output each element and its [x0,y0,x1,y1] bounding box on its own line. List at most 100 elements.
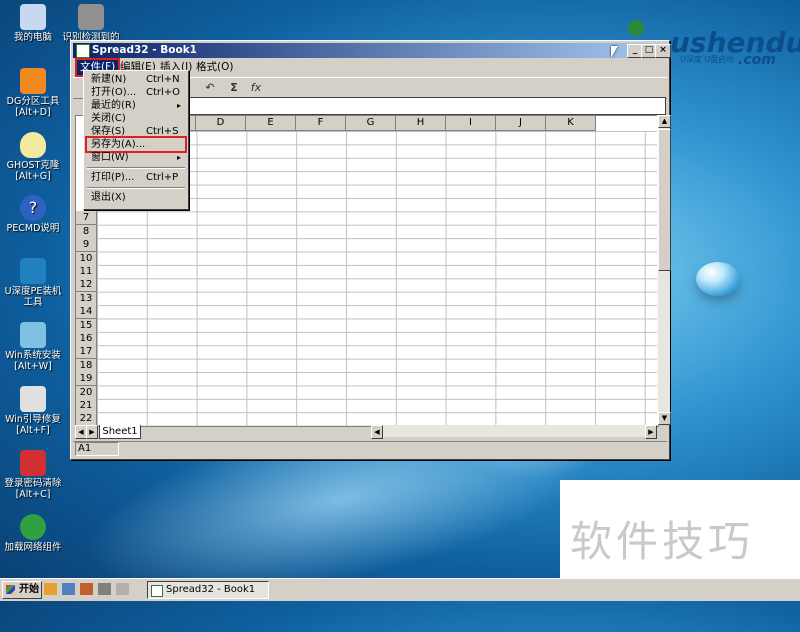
logo-suffix: .com [738,52,776,68]
column-header[interactable]: E [246,116,296,131]
menu-item-label: 最近的(R) [91,100,136,111]
row-header[interactable]: 16 [76,332,97,346]
column-header[interactable]: J [496,116,546,131]
desktop-icon-label: GHOST克隆 [Alt+G] [6,160,60,182]
row-header[interactable]: 19 [76,372,97,386]
desktop-icon-my-computer[interactable]: 我的电脑 [0,4,66,43]
vertical-scrollbar[interactable]: ▲ ▼ [657,115,671,425]
horizontal-scrollbar[interactable]: ◀ ▶ [371,425,657,439]
desktop-icon-label: Win系统安装 [Alt+W] [5,350,61,372]
submenu-arrow-icon: ▸ [176,101,181,110]
row-header[interactable]: 11 [76,265,97,279]
desktop-icon-disk-tool[interactable]: 识别检测到的 [58,4,124,43]
column-header[interactable]: H [396,116,446,131]
column-header[interactable]: I [446,116,496,131]
computer-icon [20,4,46,30]
row-header[interactable]: 13 [76,292,97,306]
window-title: Spread32 - Book1 [92,44,197,56]
menu-item-recent[interactable]: 最近的(R) ▸ [87,99,185,112]
row-header[interactable]: 15 [76,319,97,333]
close-button[interactable]: × [655,44,671,58]
desktop-icon-pe-installer[interactable]: U深度PE装机 工具 [0,258,66,308]
logo-subtitle: U深度 U盘启动 [680,55,735,64]
scroll-left-icon[interactable]: ◀ [371,425,383,439]
file-menu-dropdown: 新建(N) Ctrl+N 打开(O)... Ctrl+O 最近的(R) ▸ 关闭… [83,70,189,210]
menu-item-label: 保存(S) [91,126,126,137]
menu-item-new[interactable]: 新建(N) Ctrl+N [87,73,185,86]
quicklaunch-tool-icon[interactable] [80,583,93,595]
help-icon: ? [20,195,46,221]
quicklaunch-folder-icon[interactable] [44,583,57,595]
menu-item-shortcut: Ctrl+S [146,126,179,137]
status-bar: A1 [73,441,667,456]
windows-flag-icon [6,585,15,594]
desktop-icon-label: PECMD说明 [6,223,60,234]
sheet-next-icon[interactable]: ▶ [86,425,98,439]
desktop-icon-network[interactable]: 加载网络组件 [0,514,66,553]
menu-item-save[interactable]: 保存(S) Ctrl+S [87,125,185,138]
desktop-icon-dg-partition[interactable]: DG分区工具 [Alt+D] [0,68,66,118]
scroll-thumb[interactable] [658,129,671,271]
menu-format[interactable]: 格式(O) [193,60,236,75]
desktop-icon-boot-repair[interactable]: Win引导修复 [Alt+F] [0,386,66,436]
menu-item-label: 另存为(A)... [91,139,146,150]
menu-item-window[interactable]: 窗口(W) ▸ [87,151,185,164]
desktop-icon-pecmd-help[interactable]: ? PECMD说明 [0,195,66,234]
quicklaunch-eraser-icon[interactable] [116,583,129,595]
desktop-icon-win-setup[interactable]: Win系统安装 [Alt+W] [0,322,66,372]
menu-item-label: 打开(O)... [91,87,137,98]
desktop-icon-label: 登录密码清除 [Alt+C] [4,478,62,500]
desktop-icon-label: 我的电脑 [13,32,52,43]
scroll-up-icon[interactable]: ▲ [658,115,671,128]
scroll-down-icon[interactable]: ▼ [658,412,671,425]
menu-item-open[interactable]: 打开(O)... Ctrl+O [87,86,185,99]
menu-separator [87,187,185,189]
task-button-spread32[interactable]: Spread32 - Book1 [147,581,269,599]
column-header[interactable]: K [546,116,596,131]
menu-item-shortcut: Ctrl+P [146,172,179,183]
sum-icon[interactable]: Σ [225,80,243,96]
window-titlebar[interactable]: Spread32 - Book1 _ □ × [73,43,671,58]
scroll-right-icon[interactable]: ▶ [645,425,657,439]
row-header[interactable]: 18 [76,359,97,373]
quicklaunch-printer-icon[interactable] [98,583,111,595]
formula-input[interactable] [186,97,666,115]
windows-setup-icon [20,322,46,348]
row-header[interactable]: 21 [76,399,97,413]
quicklaunch-explorer-icon[interactable] [62,583,75,595]
submenu-arrow-icon: ▸ [176,153,181,162]
row-header[interactable]: 17 [76,345,97,359]
row-header[interactable]: 7 [76,211,97,225]
taskbar: 开始 Spread32 - Book1 [0,578,800,601]
row-header[interactable]: 22 [76,412,97,426]
row-header[interactable]: 14 [76,305,97,319]
desktop-icon-password-clear[interactable]: 登录密码清除 [Alt+C] [0,450,66,500]
start-button[interactable]: 开始 [2,581,42,599]
row-header[interactable]: 9 [76,238,97,252]
desktop-icon-label: DG分区工具 [Alt+D] [6,96,60,118]
column-header[interactable]: G [346,116,396,131]
watermark-text: 软件技巧 [570,517,755,566]
row-header[interactable]: 8 [76,225,97,239]
row-header[interactable]: 20 [76,386,97,400]
menu-item-label: 打印(P)... [91,172,135,183]
menu-item-exit[interactable]: 退出(X) [87,191,185,204]
desktop-icon-label: Win引导修复 [Alt+F] [5,414,61,436]
desktop-icon-label: U深度PE装机 工具 [4,286,62,308]
row-header[interactable]: 10 [76,252,97,266]
desktop-icon-ghost[interactable]: GHOST克隆 [Alt+G] [0,132,66,182]
column-header[interactable]: D [196,116,246,131]
column-header[interactable]: F [296,116,346,131]
partition-tool-icon [20,68,46,94]
menu-separator [87,167,185,169]
start-label: 开始 [19,584,39,595]
cell-reference: A1 [75,442,119,456]
menu-item-print[interactable]: 打印(P)... Ctrl+P [87,171,185,184]
logo-mark-icon [628,20,644,36]
sheet-tab[interactable]: Sheet1 [99,425,141,439]
row-header[interactable]: 12 [76,278,97,292]
menu-item-save-as[interactable]: 另存为(A)... [85,136,187,153]
menu-item-close[interactable]: 关闭(C) [87,112,185,125]
undo-icon[interactable]: ↶ [201,80,219,96]
function-icon[interactable]: fx [247,80,265,96]
